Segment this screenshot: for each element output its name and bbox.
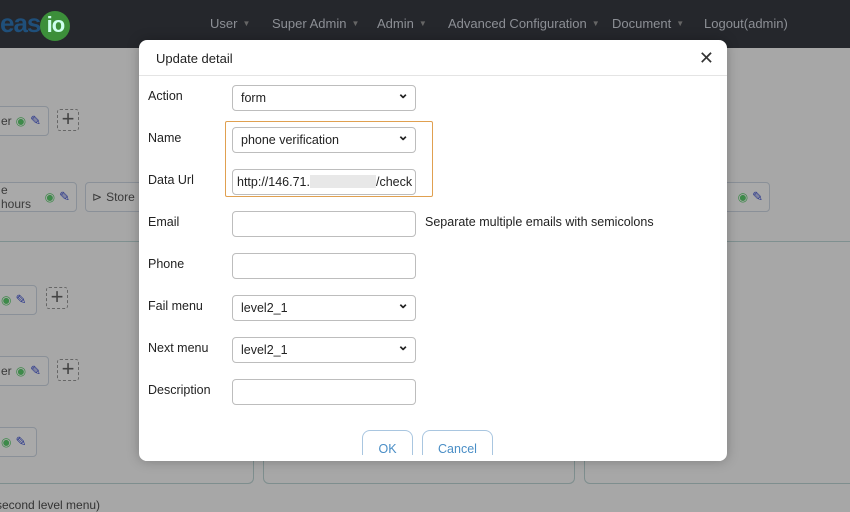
play-circle-icon: ⊳ (92, 190, 103, 204)
close-icon[interactable]: ✕ (699, 48, 714, 69)
email-label: Email (148, 215, 180, 229)
email-input[interactable] (232, 211, 416, 237)
description-label: Description (148, 383, 211, 397)
add-button[interactable]: + (57, 108, 79, 131)
nav-super-admin[interactable]: Super Admin ▼ (272, 16, 359, 31)
menu-chip[interactable]: ◉ ✎ (0, 285, 37, 315)
eye-icon[interactable]: ◉ (1, 293, 11, 307)
nav-label: Document (612, 16, 672, 31)
phone-input[interactable] (232, 253, 416, 279)
action-label: Action (148, 89, 183, 103)
menu-chip[interactable]: er ◉ ✎ (0, 356, 49, 386)
footer-text: second level menu) (0, 498, 101, 512)
email-help-text: Separate multiple emails with semicolons (425, 215, 654, 229)
eye-icon[interactable]: ◉ (16, 114, 26, 128)
add-button[interactable]: + (46, 286, 68, 309)
next-menu-select[interactable]: level2_1 (232, 337, 416, 363)
caret-down-icon: ▼ (418, 19, 427, 28)
chip-label: e hours (1, 183, 32, 211)
menu-chip[interactable]: e hours ◉ ✎ (0, 182, 77, 212)
pencil-icon[interactable]: ✎ (752, 189, 763, 205)
caret-down-icon: ▼ (351, 19, 360, 28)
caret-down-icon: ▼ (676, 19, 685, 28)
nav-logout[interactable]: Logout(admin) (704, 16, 788, 31)
nav-label: Advanced Configuration (448, 16, 587, 31)
nav-label: Super Admin (272, 16, 347, 31)
update-detail-modal: Update detail ✕ Action form Name phone v… (139, 40, 727, 461)
selected-value: phone verification (241, 133, 339, 147)
logo[interactable]: eas io (0, 8, 71, 41)
eye-icon[interactable]: ◉ (16, 364, 26, 378)
url-start: http://146.71. (237, 175, 310, 189)
add-button[interactable]: + (57, 358, 79, 381)
fail-menu-label: Fail menu (148, 299, 203, 313)
footer-mask (139, 455, 727, 461)
chip-label: Store (106, 190, 135, 204)
menu-chip[interactable]: er ◉ ✎ (0, 106, 49, 136)
caret-down-icon: ▼ (242, 19, 251, 28)
fail-menu-select[interactable]: level2_1 (232, 295, 416, 321)
name-select[interactable]: phone verification (232, 127, 416, 153)
nav-user[interactable]: User ▼ (210, 16, 250, 31)
pencil-icon[interactable]: ✎ (30, 113, 41, 129)
chip-label: er (1, 364, 12, 378)
selected-value: level2_1 (241, 343, 288, 357)
nav-document[interactable]: Document ▼ (612, 16, 684, 31)
logo-text: eas (0, 8, 41, 38)
data-url-input[interactable]: http://146.71. /check (232, 169, 416, 195)
description-input[interactable] (232, 379, 416, 405)
logo-badge: io (40, 11, 71, 41)
phone-label: Phone (148, 257, 185, 271)
pencil-icon[interactable]: ✎ (15, 292, 26, 308)
modal-title: Update detail (156, 51, 233, 66)
action-select[interactable]: form (232, 85, 416, 111)
caret-down-icon: ▼ (591, 19, 600, 28)
pencil-icon[interactable]: ✎ (30, 363, 41, 379)
name-label: Name (148, 131, 182, 145)
redacted-area (309, 175, 376, 188)
nav-admin[interactable]: Admin ▼ (377, 16, 427, 31)
modal-header: Update detail ✕ (139, 40, 727, 76)
nav-label: User (210, 16, 238, 31)
chip-label: er (1, 114, 12, 128)
next-menu-label: Next menu (148, 341, 209, 355)
pencil-icon[interactable]: ✎ (59, 189, 70, 205)
url-end: /check (375, 175, 413, 189)
data-url-label: Data Url (148, 173, 194, 187)
nav-label: Admin (377, 16, 414, 31)
nav-advanced-configuration[interactable]: Advanced Configuration ▼ (448, 16, 600, 31)
eye-icon[interactable]: ◉ (45, 190, 55, 204)
selected-value: level2_1 (241, 301, 288, 315)
selected-value: form (241, 91, 266, 105)
eye-icon[interactable]: ◉ (738, 190, 748, 204)
